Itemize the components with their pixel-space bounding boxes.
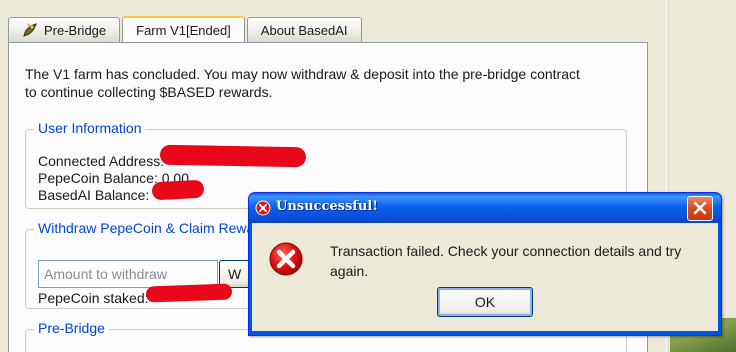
ok-button[interactable]: OK bbox=[437, 287, 533, 317]
close-icon bbox=[693, 201, 707, 215]
basedai-balance-label: BasedAI Balance: bbox=[38, 187, 150, 203]
frog-leaf-icon bbox=[22, 22, 38, 38]
error-icon bbox=[255, 200, 271, 216]
tab-strip: Pre-Bridge Farm V1[Ended] About BasedAI bbox=[8, 16, 364, 43]
tab-farm-v1[interactable]: Farm V1[Ended] bbox=[122, 16, 245, 43]
dialog-titlebar[interactable]: Unsuccessful! bbox=[249, 193, 721, 223]
tab-about-basedai[interactable]: About BasedAI bbox=[246, 17, 362, 42]
dialog-message: Transaction failed. Check your connectio… bbox=[330, 243, 682, 279]
group-title: User Information bbox=[34, 120, 146, 136]
redaction-mark bbox=[159, 144, 307, 168]
dialog-body: Transaction failed. Check your connectio… bbox=[252, 223, 718, 331]
redaction-mark bbox=[145, 283, 233, 303]
tab-label: Pre-Bridge bbox=[44, 22, 107, 38]
tab-label: About BasedAI bbox=[260, 22, 348, 38]
close-button[interactable] bbox=[687, 196, 713, 221]
group-title: Withdraw PepeCoin & Claim Rewards bbox=[34, 220, 278, 236]
intro-text: The V1 farm has concluded. You may now w… bbox=[25, 66, 580, 100]
amount-input[interactable] bbox=[38, 260, 218, 288]
connected-address-label: Connected Address: bbox=[38, 153, 165, 169]
error-dialog: Unsuccessful! Transaction failed. Check … bbox=[248, 192, 722, 336]
tab-label: Farm V1[Ended] bbox=[136, 23, 231, 38]
pepecoin-staked-label: PepeCoin staked: bbox=[38, 290, 149, 306]
error-icon bbox=[268, 241, 304, 277]
dialog-title: Unsuccessful! bbox=[276, 199, 378, 214]
tab-pre-bridge[interactable]: Pre-Bridge bbox=[8, 17, 121, 42]
redaction-mark bbox=[151, 179, 205, 201]
group-title: Pre-Bridge bbox=[34, 320, 109, 336]
